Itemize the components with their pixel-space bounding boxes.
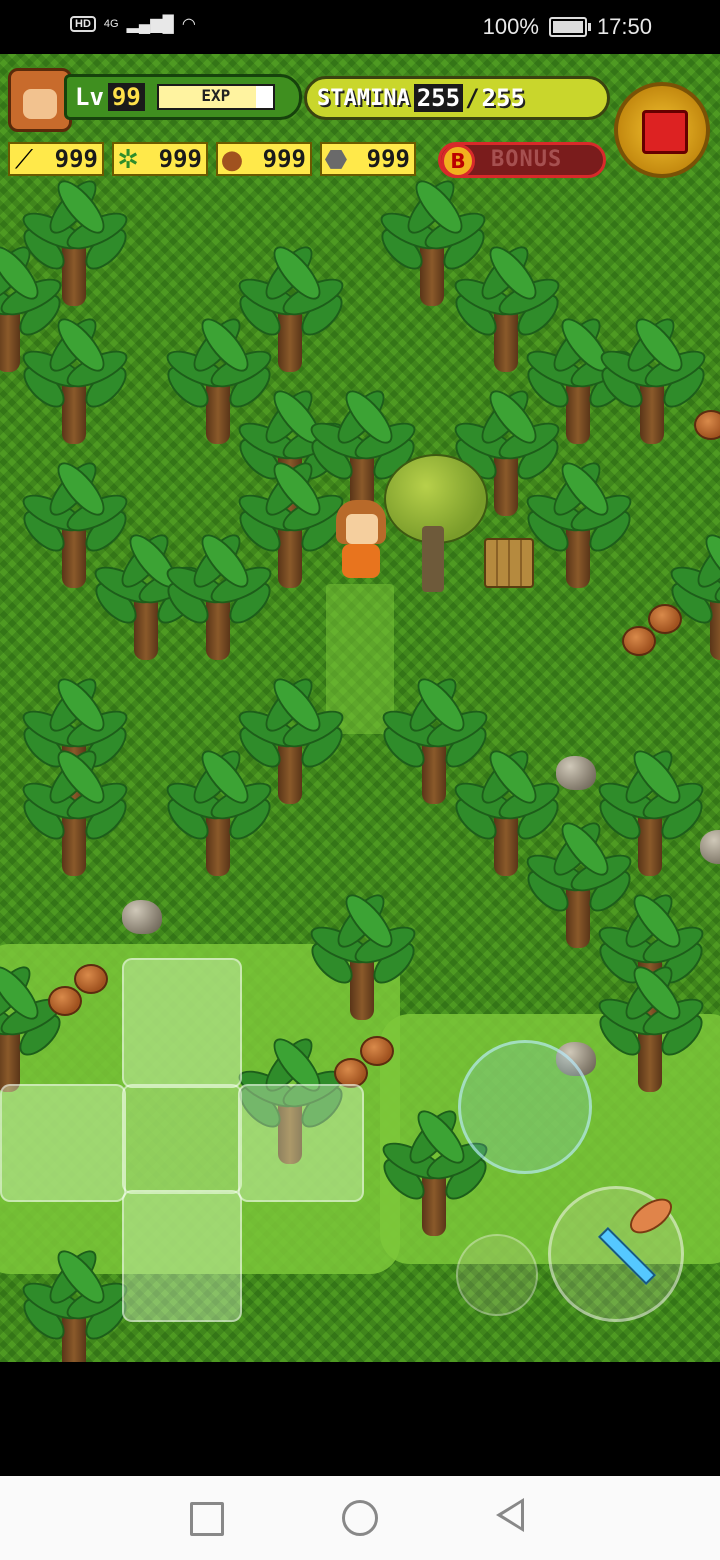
palm-tree[interactable] [520, 455, 638, 596]
treasure-chest-icon [642, 110, 688, 154]
palm-tree[interactable] [16, 311, 134, 452]
nut-icon[interactable] [622, 626, 656, 656]
resource-nut: ● 999 [216, 142, 312, 176]
clock: 17:50 [596, 14, 652, 39]
action-button[interactable] [458, 1040, 592, 1174]
stone-icon[interactable] [122, 900, 162, 934]
palm-tree[interactable] [594, 311, 712, 452]
home-button[interactable] [342, 1500, 378, 1536]
nut-icon[interactable] [360, 1036, 394, 1066]
palm-tree[interactable] [664, 527, 720, 668]
navigation-bar [0, 1476, 720, 1560]
dpad-down[interactable] [122, 1190, 242, 1322]
battery-icon [548, 17, 591, 37]
signal-icon: ▂▄▆█ [126, 16, 174, 33]
stamina-label: STAMINA [317, 85, 410, 111]
stamina-max: 255 [481, 84, 525, 112]
dpad[interactable] [0, 958, 364, 1322]
level-label: Lv [75, 83, 104, 111]
dpad-left[interactable] [0, 1084, 126, 1202]
stamina-current: 255 [413, 84, 464, 112]
game-viewport[interactable]: Lv 99 EXP STAMINA 255 / 255 ⟋ 999 ✲ 999 … [0, 54, 720, 1362]
palm-tree[interactable] [160, 743, 278, 884]
network-indicator: 4G [103, 18, 119, 30]
resource-value: 999 [366, 145, 410, 173]
bonus-label: BONUS [491, 147, 563, 172]
hd-badge: HD [70, 16, 96, 32]
tool-button[interactable] [548, 1186, 684, 1322]
level-bar: Lv 99 EXP [64, 74, 302, 120]
level-value: 99 [107, 83, 145, 111]
palm-tree[interactable] [592, 959, 710, 1100]
status-bar: HD 4G ▂▄▆█ ◠ 100% 17:50 [0, 0, 720, 54]
wifi-icon: ◠ [181, 16, 196, 33]
shop-button[interactable] [614, 82, 710, 178]
player-character [332, 500, 390, 584]
tool-stick-icon [598, 1227, 656, 1285]
item-button[interactable] [456, 1234, 538, 1316]
back-button[interactable] [496, 1498, 524, 1532]
broadleaf-tree[interactable] [384, 454, 488, 594]
resource-twig: ⟋ 999 [8, 142, 104, 176]
twig-icon: ⟋ [14, 144, 34, 175]
letterbox [0, 1362, 720, 1476]
resource-leaf-branch: ✲ 999 [112, 142, 208, 176]
hud-top: Lv 99 EXP STAMINA 255 / 255 [8, 68, 610, 132]
dpad-up[interactable] [122, 958, 242, 1088]
dpad-right[interactable] [238, 1084, 364, 1202]
stone-icon[interactable] [556, 756, 596, 790]
palm-tree[interactable] [160, 527, 278, 668]
bonus-badge: B [441, 144, 475, 178]
dpad-center [122, 1084, 242, 1194]
resource-stone: ⬣ 999 [320, 142, 416, 176]
resource-row: ⟋ 999 ✲ 999 ● 999 ⬣ 999 [8, 142, 416, 178]
exp-bar: EXP [156, 84, 275, 110]
stamina-bar: STAMINA 255 / 255 [304, 76, 610, 120]
bonus-button[interactable]: B BONUS [438, 142, 606, 178]
leaf-branch-icon: ✲ [117, 145, 139, 175]
battery-percent: 100% [482, 14, 539, 39]
palm-tree[interactable] [16, 743, 134, 884]
nut-icon[interactable] [648, 604, 682, 634]
resource-value: 999 [262, 145, 306, 173]
recent-apps-button[interactable] [190, 1502, 224, 1536]
nut-icon[interactable] [694, 410, 720, 440]
player-avatar[interactable] [8, 68, 72, 132]
log-pile-icon[interactable] [484, 538, 534, 588]
resource-value: 999 [54, 145, 98, 173]
stone-icon: ⬣ [324, 145, 348, 175]
stamina-separator: / [465, 84, 480, 112]
nut-icon: ● [220, 145, 244, 175]
resource-value: 999 [158, 145, 202, 173]
exp-label: EXP [201, 86, 231, 105]
